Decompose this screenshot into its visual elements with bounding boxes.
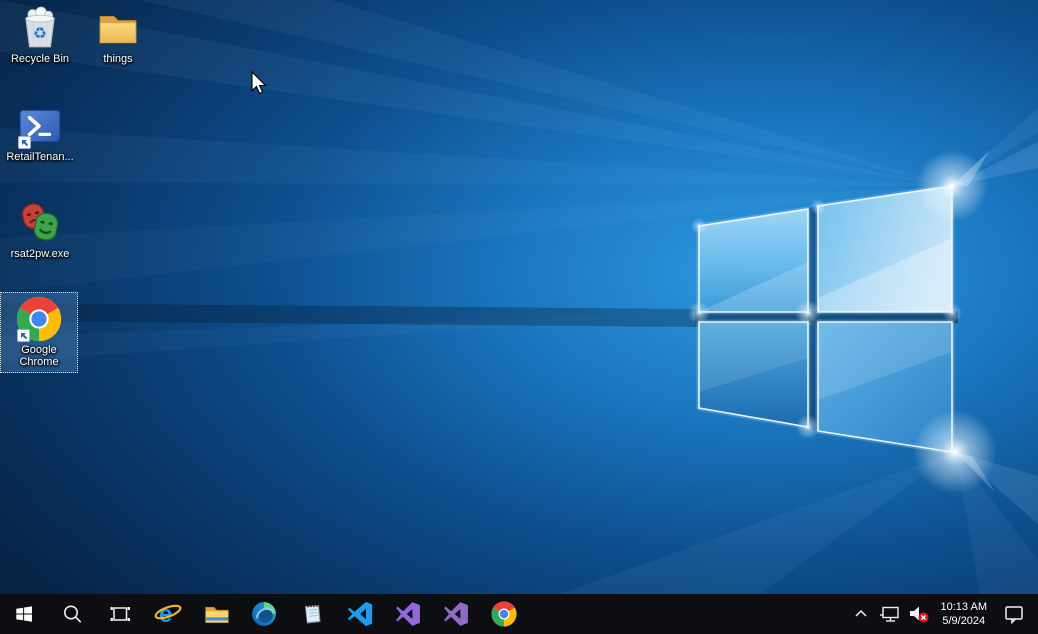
tray-date: 5/9/2024 — [941, 614, 987, 628]
icon-label: RetailTenan... — [2, 151, 78, 163]
network-ethernet-icon — [879, 603, 901, 625]
folder-icon — [95, 5, 141, 51]
taskbar-item-file-explorer[interactable] — [192, 594, 240, 634]
system-tray: 10:13 AM 5/9/2024 — [846, 594, 1038, 634]
taskbar-item-notepad[interactable] — [288, 594, 336, 634]
taskbar-item-visual-studio-1[interactable] — [384, 594, 432, 634]
hidden-icons-button[interactable] — [846, 594, 876, 634]
ie-icon: e — [154, 600, 182, 628]
desktop-icon-google-chrome[interactable]: Google Chrome — [0, 292, 78, 373]
taskbar-item-edge[interactable] — [240, 594, 288, 634]
visual-studio-icon — [443, 601, 469, 627]
file-explorer-icon — [203, 601, 229, 627]
network-button[interactable] — [876, 594, 904, 634]
task-view-button[interactable] — [96, 594, 144, 634]
volume-muted-icon — [907, 602, 931, 626]
windows-logo-icon — [14, 604, 34, 624]
edge-icon — [251, 601, 277, 627]
start-button[interactable] — [0, 594, 48, 634]
notepad-icon — [300, 602, 324, 626]
desktop-area[interactable]: ♻ Recycle Bin things — [0, 0, 1038, 594]
windows-hero-wallpaper — [0, 0, 1038, 594]
powershell-icon — [17, 103, 63, 149]
svg-text:e: e — [159, 601, 172, 628]
desktop-icon-things[interactable]: things — [80, 5, 156, 65]
chrome-icon — [16, 296, 62, 342]
magnifier-icon — [61, 603, 83, 625]
visual-studio-icon — [395, 601, 421, 627]
taskbar-item-internet-explorer[interactable]: e — [144, 594, 192, 634]
theater-masks-icon — [17, 200, 63, 246]
recycle-bin-icon: ♻ — [17, 5, 63, 51]
chrome-icon — [491, 601, 517, 627]
icon-label: rsat2pw.exe — [2, 248, 78, 260]
taskbar-item-visual-studio-2[interactable] — [432, 594, 480, 634]
svg-text:♻: ♻ — [33, 23, 47, 42]
tray-time: 10:13 AM — [941, 600, 987, 614]
icon-label: Google Chrome — [10, 344, 68, 368]
volume-button[interactable] — [904, 594, 934, 634]
vscode-icon — [347, 601, 373, 627]
icon-label: things — [80, 53, 156, 65]
taskbar-item-vs-code[interactable] — [336, 594, 384, 634]
search-button[interactable] — [48, 594, 96, 634]
tray-clock[interactable]: 10:13 AM 5/9/2024 — [934, 600, 994, 628]
windows-desktop-screen: { "desktop": { "icons": [ { "label": "Re… — [0, 0, 1038, 634]
desktop-icon-rsat2pw[interactable]: rsat2pw.exe — [2, 200, 78, 260]
action-center-icon — [1003, 603, 1025, 625]
shortcut-arrow-icon — [17, 329, 30, 342]
action-center-button[interactable] — [994, 594, 1034, 634]
chevron-up-icon — [853, 606, 869, 622]
icon-label: Recycle Bin — [2, 53, 78, 65]
desktop-icon-retailtenant[interactable]: RetailTenan... — [2, 103, 78, 163]
taskbar: e — [0, 594, 1038, 634]
taskbar-item-chrome[interactable] — [480, 594, 528, 634]
task-view-icon — [109, 603, 131, 625]
desktop-icon-recycle-bin[interactable]: ♻ Recycle Bin — [2, 5, 78, 65]
shortcut-arrow-icon — [18, 136, 31, 149]
